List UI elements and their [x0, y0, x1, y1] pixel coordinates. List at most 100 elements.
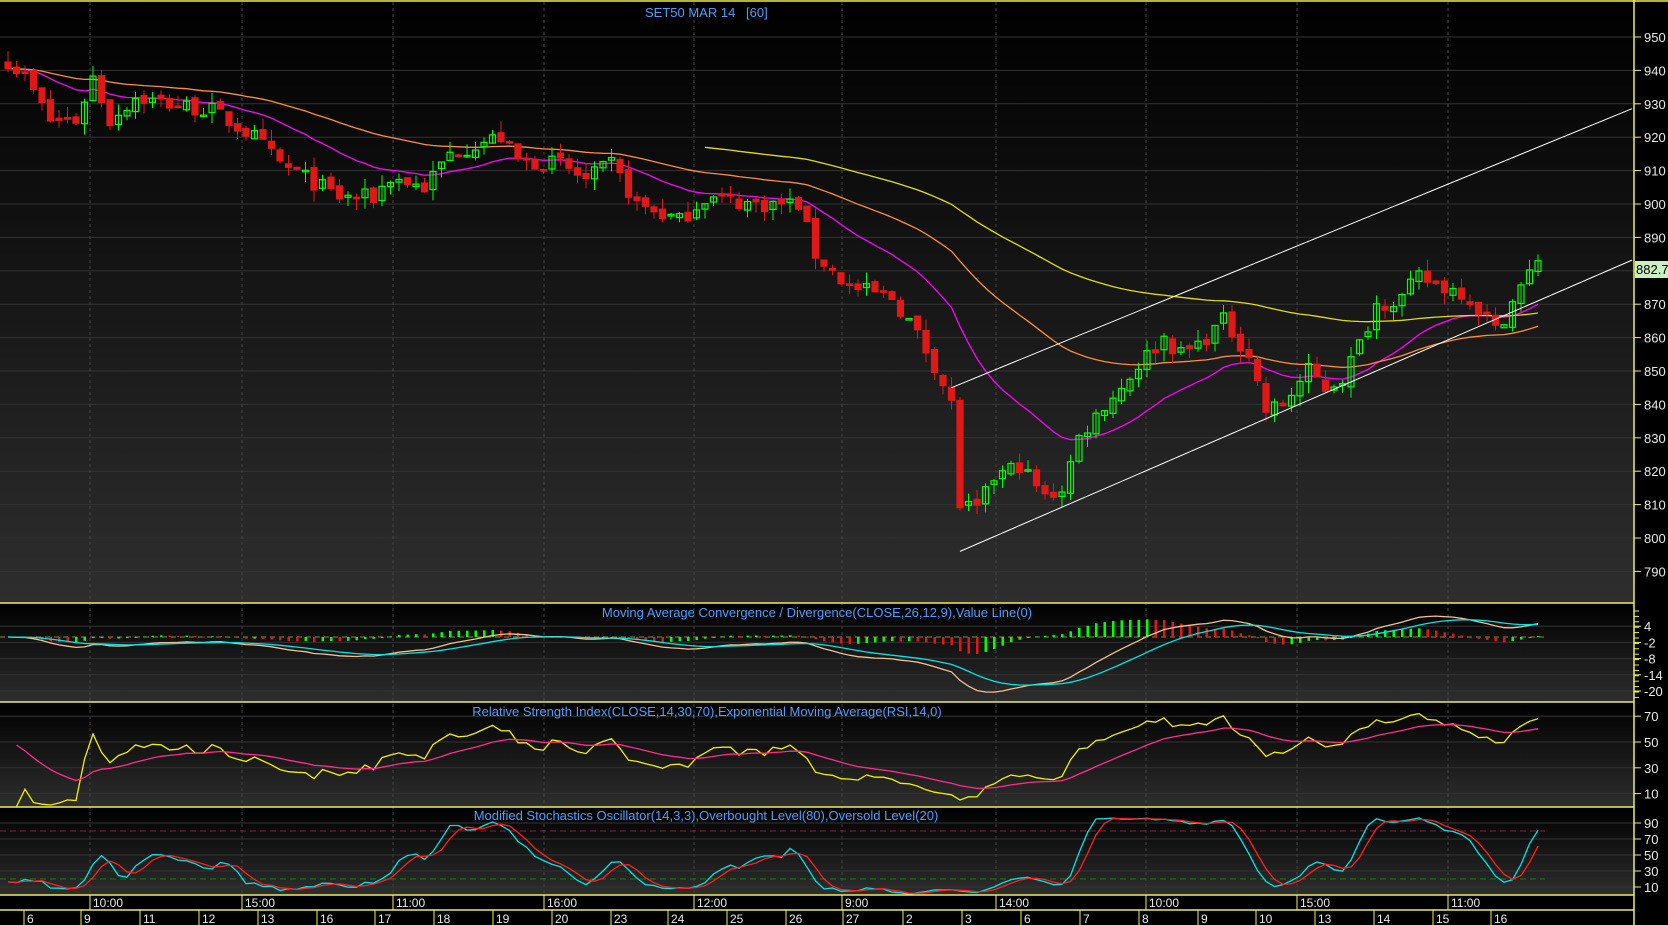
macd-histogram-bar: [423, 634, 426, 637]
time-label: 12:00: [697, 896, 727, 910]
macd-histogram-bar: [296, 637, 299, 642]
macd-histogram-bar: [1248, 635, 1251, 637]
candle-body: [1151, 349, 1160, 354]
time-label: 11:00: [1451, 896, 1480, 910]
candle-body: [420, 182, 429, 193]
macd-histogram-bar: [92, 637, 95, 639]
macd-histogram-bar: [993, 637, 996, 650]
date-label: 16: [320, 912, 334, 925]
candle-body: [327, 176, 335, 190]
candle-body: [633, 196, 641, 202]
macd-histogram-bar: [347, 637, 350, 641]
macd-histogram-bar: [126, 637, 129, 639]
date-label: 10: [1259, 912, 1273, 925]
macd-histogram-bar: [695, 637, 698, 641]
candle: [276, 147, 284, 164]
macd-histogram-bar: [933, 637, 936, 644]
macd-histogram-bar: [185, 635, 188, 637]
macd-histogram-bar: [83, 637, 86, 641]
candle-body: [811, 218, 820, 259]
candle-body: [1185, 345, 1194, 350]
macd-tick-label: -20: [1644, 684, 1663, 699]
macd-histogram-bar: [678, 637, 681, 642]
candle-body: [1032, 469, 1041, 487]
macd-histogram-bar: [1205, 628, 1208, 637]
macd-histogram-bar: [389, 636, 392, 638]
candle-body: [760, 199, 769, 213]
macd-histogram-bar: [1010, 637, 1013, 643]
candle-body: [752, 198, 760, 203]
macd-histogram-bar: [1460, 635, 1463, 637]
candle-body: [505, 141, 514, 144]
candle-body: [97, 75, 106, 104]
macd-histogram-bar: [151, 635, 154, 637]
macd-histogram-bar: [338, 637, 341, 642]
macd-histogram-bar: [1112, 621, 1115, 637]
macd-histogram-bar: [1520, 637, 1523, 640]
candle-body: [522, 157, 531, 161]
macd-histogram-bar: [1197, 626, 1200, 637]
date-label: 23: [614, 912, 628, 925]
date-label: 8: [1142, 912, 1149, 925]
candle-body: [1253, 358, 1262, 382]
macd-histogram-bar: [967, 637, 970, 654]
macd-histogram-bar: [398, 635, 401, 637]
candle-body: [794, 197, 803, 210]
candle-body: [539, 168, 548, 172]
trading-chart[interactable]: SET50 MAR 14 [60] Moving Average Converg…: [0, 0, 1668, 925]
candle-body: [369, 187, 378, 203]
candle-body: [1236, 333, 1245, 352]
candle-body: [191, 97, 199, 116]
candle-body: [828, 267, 837, 271]
stoch-tick-label: 90: [1644, 816, 1658, 831]
macd-histogram-bar: [1137, 619, 1140, 637]
candle-body: [973, 498, 981, 506]
macd-histogram-bar: [304, 637, 307, 642]
macd-histogram-bar: [1171, 622, 1174, 637]
price-tick-label: 850: [1644, 364, 1666, 379]
candle-body: [1168, 338, 1177, 355]
macd-histogram-bar: [245, 637, 248, 639]
candle-body: [1423, 270, 1432, 283]
candle-body: [556, 152, 565, 159]
date-label: 11: [143, 912, 156, 925]
macd-tick-label: -2: [1644, 635, 1656, 650]
date-label: 3: [965, 912, 972, 925]
candle-body: [140, 95, 148, 104]
macd-histogram-bar: [857, 637, 860, 644]
candle-body: [4, 61, 12, 70]
macd-histogram-bar: [1052, 635, 1055, 637]
macd-histogram-bar: [1146, 619, 1149, 637]
macd-histogram-bar: [432, 633, 435, 637]
macd-histogram-bar: [1537, 635, 1540, 637]
macd-histogram-bar: [1282, 637, 1285, 645]
date-label: 26: [789, 912, 803, 925]
price-tick-label: 910: [1644, 164, 1666, 179]
macd-histogram-bar: [1154, 619, 1157, 637]
candle-body: [896, 299, 905, 317]
candle-body: [871, 281, 879, 293]
macd-histogram-bar: [882, 637, 885, 642]
candle-body: [21, 71, 29, 74]
candle-body: [1245, 348, 1253, 359]
macd-histogram-bar: [814, 637, 817, 640]
price-panel[interactable]: [0, 0, 1634, 603]
candle-body: [335, 185, 344, 200]
candle: [106, 99, 114, 130]
candle-body: [854, 283, 862, 290]
macd-histogram-bar: [1494, 637, 1497, 642]
candle-body: [939, 374, 947, 387]
macd-histogram-bar: [211, 636, 214, 638]
candle-body: [72, 116, 80, 124]
macd-tick-label: -14: [1644, 668, 1663, 683]
candle-body: [573, 167, 582, 176]
last-price-label: 882.70: [1636, 262, 1668, 277]
candle-body: [216, 101, 225, 110]
candle-body: [1466, 301, 1474, 306]
macd-histogram-bar: [228, 637, 231, 638]
macd-histogram-bar: [415, 634, 418, 637]
date-label: 13: [1318, 912, 1332, 925]
macd-tick-label: 4: [1644, 619, 1651, 634]
candle-body: [1457, 287, 1466, 300]
date-label: 17: [378, 912, 392, 925]
